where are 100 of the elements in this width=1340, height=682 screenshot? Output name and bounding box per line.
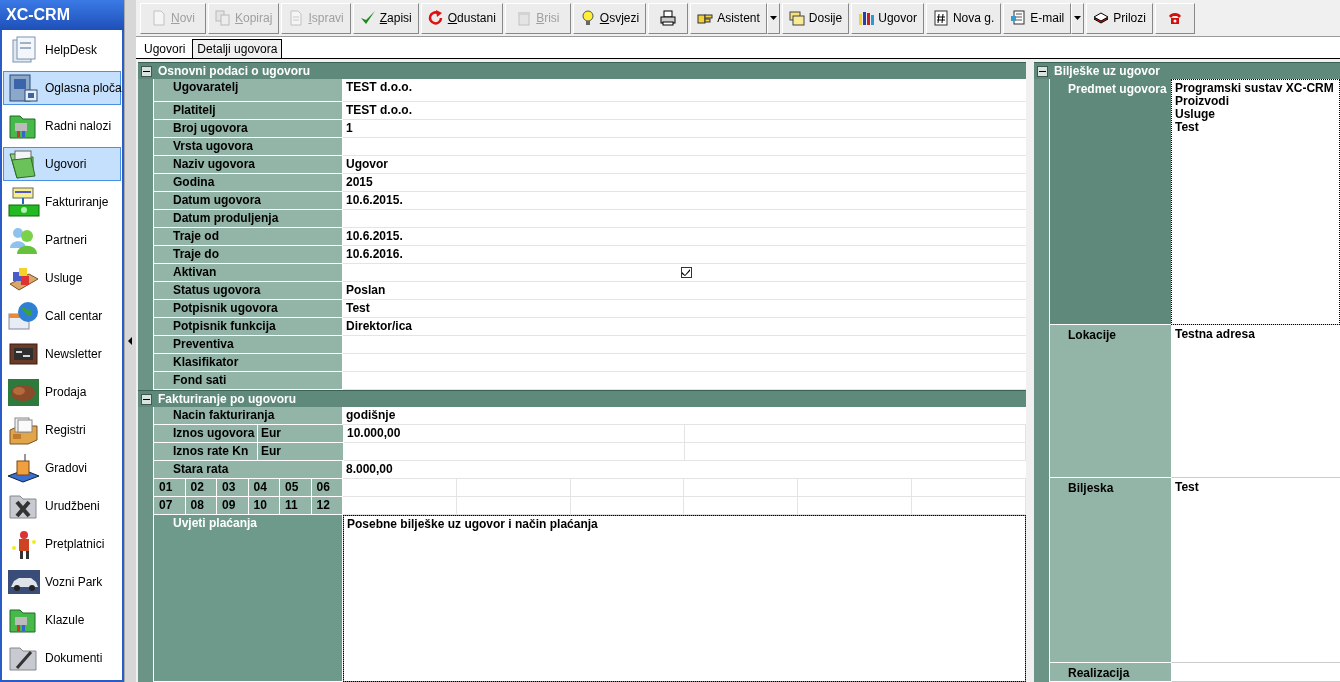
field-label: Iznos ugovora (153, 425, 258, 443)
field-label: Klasifikator (153, 354, 343, 372)
toolbar-button[interactable]: Ugovor (851, 2, 924, 34)
field-label: Realizacija (1049, 663, 1171, 682)
sidebar-item[interactable]: Ugovori (3, 147, 121, 181)
collapse-toggle[interactable] (1037, 65, 1048, 77)
print-button[interactable] (648, 2, 689, 34)
memo-field[interactable]: Test (1171, 478, 1340, 663)
toolbar-button[interactable]: Dosije (781, 2, 850, 34)
month-cell[interactable]: 07 (153, 497, 186, 515)
collapse-arrow-icon[interactable] (128, 337, 133, 345)
tab[interactable]: Detalji ugovora (192, 39, 283, 58)
month-cell[interactable]: 03 (217, 479, 249, 497)
currency-label: Eur (258, 443, 344, 461)
copy-icon (215, 10, 231, 26)
document-icon (151, 10, 167, 26)
note-text: Programski sustav XC-CRM Proizvodi Usluge Test (1175, 82, 1335, 134)
month-cell[interactable]: 01 (153, 479, 186, 497)
memo-field[interactable]: Posebne bilješke uz ugovor i način plaćanja (343, 515, 1026, 682)
sidebar-item[interactable]: Partneri (3, 223, 121, 257)
toolbar-button[interactable]: Nova g. (925, 2, 1002, 34)
month-cell[interactable]: 08 (185, 497, 217, 515)
field-label: Stara rata (153, 461, 343, 479)
memo-field[interactable] (1171, 663, 1340, 682)
memo-field[interactable]: Programski sustav XC-CRM Proizvodi Usluge Test (1171, 79, 1340, 325)
field-label: Platitelj (153, 102, 343, 120)
month-cell[interactable]: 11 (280, 497, 312, 515)
field-label: Naziv ugovora (153, 156, 343, 174)
computer-icon (7, 72, 41, 104)
sidebar-item[interactable]: HelpDesk (3, 33, 121, 67)
field-label: Fond sati (153, 372, 343, 390)
field-label: Traje do (153, 246, 343, 264)
sidebar-item[interactable]: Usluge (3, 261, 121, 295)
sidebar-item[interactable]: Oglasna ploča (3, 71, 121, 105)
field-value: 1 (343, 120, 1026, 138)
hash-icon (932, 10, 949, 26)
month-cell[interactable]: 04 (248, 479, 280, 497)
toolbar-button[interactable]: Osvjezi (572, 2, 647, 34)
month-cell[interactable]: 06 (311, 479, 343, 497)
sidebar-item[interactable]: Gradovi (3, 451, 121, 485)
month-cell[interactable]: 10 (248, 497, 280, 515)
caret-icon (1074, 16, 1082, 20)
collapse-toggle[interactable] (141, 65, 152, 77)
card-box-icon (7, 414, 41, 446)
sidebar-item[interactable]: Fakturiranje (3, 185, 121, 219)
sidebar-item[interactable]: Klazule (3, 603, 121, 637)
sidebar-item[interactable]: Dokumenti (3, 641, 121, 675)
sidebar-item[interactable]: Radni nalozi (3, 109, 121, 143)
field-label: Aktivan (153, 264, 343, 282)
month-cell[interactable]: 02 (185, 479, 217, 497)
toolbar-button[interactable]: Odustani (420, 2, 503, 34)
note-text: Test (1175, 481, 1200, 494)
books-icon (858, 10, 875, 26)
printer-icon (660, 10, 677, 26)
dropdown-button[interactable] (1071, 2, 1085, 34)
field-label: Biljeska (1049, 478, 1171, 663)
field-label: Status ugovora (153, 282, 343, 300)
sidebar-item[interactable]: Vozni Park (3, 565, 121, 599)
field-value: Ugovor (343, 156, 1026, 174)
field-label: Traje od (153, 228, 343, 246)
mail-icon (1010, 10, 1027, 26)
sidebar-item[interactable]: Registri (3, 413, 121, 447)
field-value: 10.6.2016. (343, 246, 1026, 264)
sidebar-item[interactable]: Newsletter (3, 337, 121, 371)
month-cell[interactable]: 12 (311, 497, 343, 515)
toolbar-button[interactable]: Zapisi (352, 2, 419, 34)
toolbar-button[interactable]: Prilozi (1086, 2, 1153, 34)
field-value: 10.6.2015. (343, 192, 1026, 210)
tab[interactable]: Ugovori (139, 39, 191, 58)
month-cell[interactable]: 05 (280, 479, 312, 497)
toolbar-button[interactable]: E-mail (1003, 2, 1072, 34)
note-text: Testna adresa (1175, 328, 1256, 341)
field-value: TEST d.o.o. (343, 79, 1026, 102)
memo-field[interactable]: Testna adresa (1171, 325, 1340, 478)
sidebar-item[interactable]: Pretplatnici (3, 527, 121, 561)
collapse-toggle[interactable] (141, 393, 152, 405)
checkbox[interactable] (680, 267, 692, 278)
month-cell[interactable]: 09 (217, 497, 249, 515)
sidebar-item[interactable]: Prodaja (3, 375, 121, 409)
field-label: Vrsta ugovora (153, 138, 343, 156)
field-label: Nacin fakturiranja (153, 407, 343, 425)
handshake-icon (7, 376, 41, 408)
field-label: Broj ugovora (153, 120, 343, 138)
refresh-icon (427, 10, 444, 26)
field-label: Datum ugovora (153, 192, 343, 210)
field-label: Godina (153, 174, 343, 192)
field-label: Potpisnik ugovora (153, 300, 343, 318)
field-value: TEST d.o.o. (343, 102, 1026, 120)
caret-icon (769, 16, 777, 20)
phone-button[interactable] (1154, 2, 1195, 34)
section-title: Osnovni podaci o ugovoru (158, 64, 310, 78)
bulb-icon (579, 10, 596, 26)
field-value: Direktor/ica (343, 318, 1026, 336)
sidebar-item[interactable]: Call centar (3, 299, 121, 333)
currency-label: Eur (258, 425, 344, 443)
stack-icon (1093, 10, 1110, 26)
field-value: 2015 (343, 174, 1026, 192)
field-value: 10.000,00 (344, 425, 685, 443)
toolbar-button[interactable]: Asistent (690, 2, 767, 34)
sidebar-item[interactable]: Urudžbeni (3, 489, 121, 523)
